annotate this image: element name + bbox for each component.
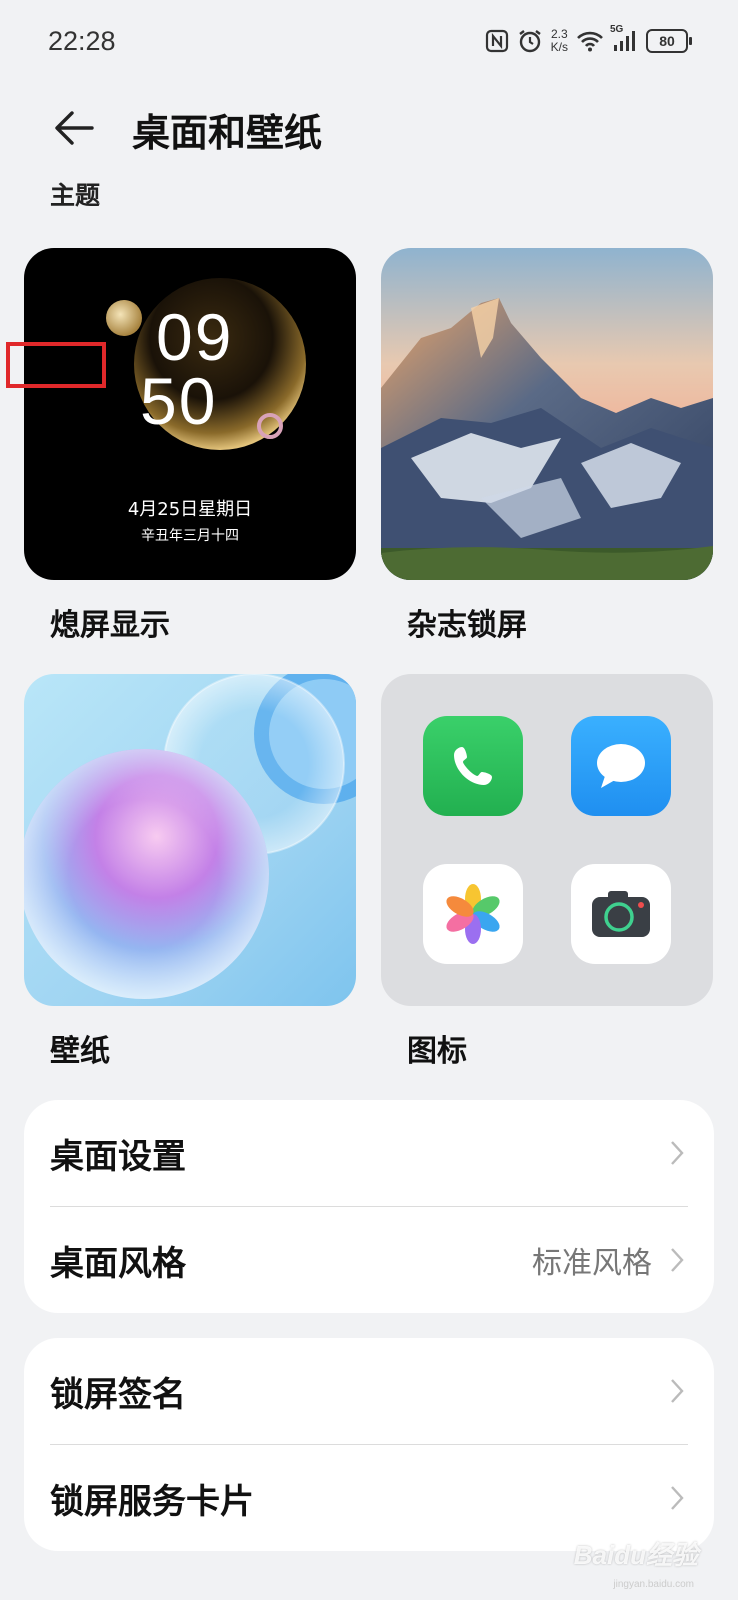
row-label: 锁屏签名 [50, 1374, 186, 1415]
chevron-right-icon [666, 1137, 688, 1169]
magazine-lockscreen-tile[interactable] [381, 248, 713, 580]
row-label: 锁屏服务卡片 [50, 1481, 254, 1522]
row-label: 桌面设置 [50, 1136, 186, 1177]
aod-date: 4月25日星期日 [127, 499, 253, 520]
status-bar: 22:28 2.3 K/s 5G 80 [0, 0, 738, 84]
page-title: 桌面和壁纸 [132, 111, 323, 155]
icons-tile[interactable] [381, 674, 713, 1006]
aod-lunar-date: 辛丑年三月十四 [141, 528, 239, 544]
back-button[interactable] [46, 100, 102, 156]
battery-level: 80 [659, 33, 675, 49]
back-arrow-icon [55, 111, 94, 145]
baidu-watermark-url: jingyan.baidu.com [613, 1579, 694, 1590]
baidu-watermark: Baidu经验 [573, 1540, 698, 1570]
settings-row-lockscreen-signature[interactable]: 锁屏签名 [24, 1338, 714, 1444]
icons-tile-label: 图标 [407, 1034, 467, 1069]
gallery-app-icon [423, 864, 523, 964]
wallpaper-tile-label: 壁纸 [50, 1034, 110, 1069]
desktop-settings-card: 桌面设置 桌面风格 标准风格 [24, 1100, 714, 1313]
lockscreen-settings-card: 锁屏签名 锁屏服务卡片 [24, 1338, 714, 1551]
wallpaper-tile[interactable] [24, 674, 356, 1006]
row-label: 桌面风格 [50, 1243, 186, 1284]
network-type-label: 5G [610, 24, 624, 35]
chevron-right-icon [666, 1482, 688, 1514]
aod-hour: 09 [156, 300, 234, 374]
aod-tile[interactable]: 09 50 4月25日星期日 辛丑年三月十四 [24, 248, 356, 580]
status-time: 22:28 [48, 26, 116, 56]
aod-minute: 50 [140, 364, 218, 438]
wifi-icon [576, 30, 604, 52]
battery-icon: 80 [646, 29, 692, 53]
annotation-highlight-box [6, 342, 106, 388]
nfc-icon [485, 29, 509, 53]
settings-row-desktop-style[interactable]: 桌面风格 标准风格 [24, 1207, 714, 1313]
magazine-lockscreen-tile-label: 杂志锁屏 [407, 608, 527, 643]
network-speed: 2.3 K/s [551, 28, 568, 54]
settings-row-desktop-settings[interactable]: 桌面设置 [24, 1100, 714, 1206]
status-icons: 2.3 K/s 5G 80 [485, 24, 692, 56]
camera-app-icon [571, 864, 671, 964]
signal-icon: 5G [610, 24, 638, 52]
aod-tile-label: 熄屏显示 [50, 608, 170, 643]
section-label-theme: 主题 [50, 181, 101, 210]
messages-app-icon [571, 716, 671, 816]
alarm-icon [517, 28, 543, 54]
network-speed-unit: K/s [550, 40, 568, 54]
chevron-right-icon [666, 1375, 688, 1407]
chevron-right-icon [666, 1244, 688, 1276]
wallpaper-image [24, 674, 356, 1006]
mountain-image [381, 248, 713, 580]
row-value: 标准风格 [532, 1246, 652, 1281]
phone-app-icon [423, 716, 523, 816]
